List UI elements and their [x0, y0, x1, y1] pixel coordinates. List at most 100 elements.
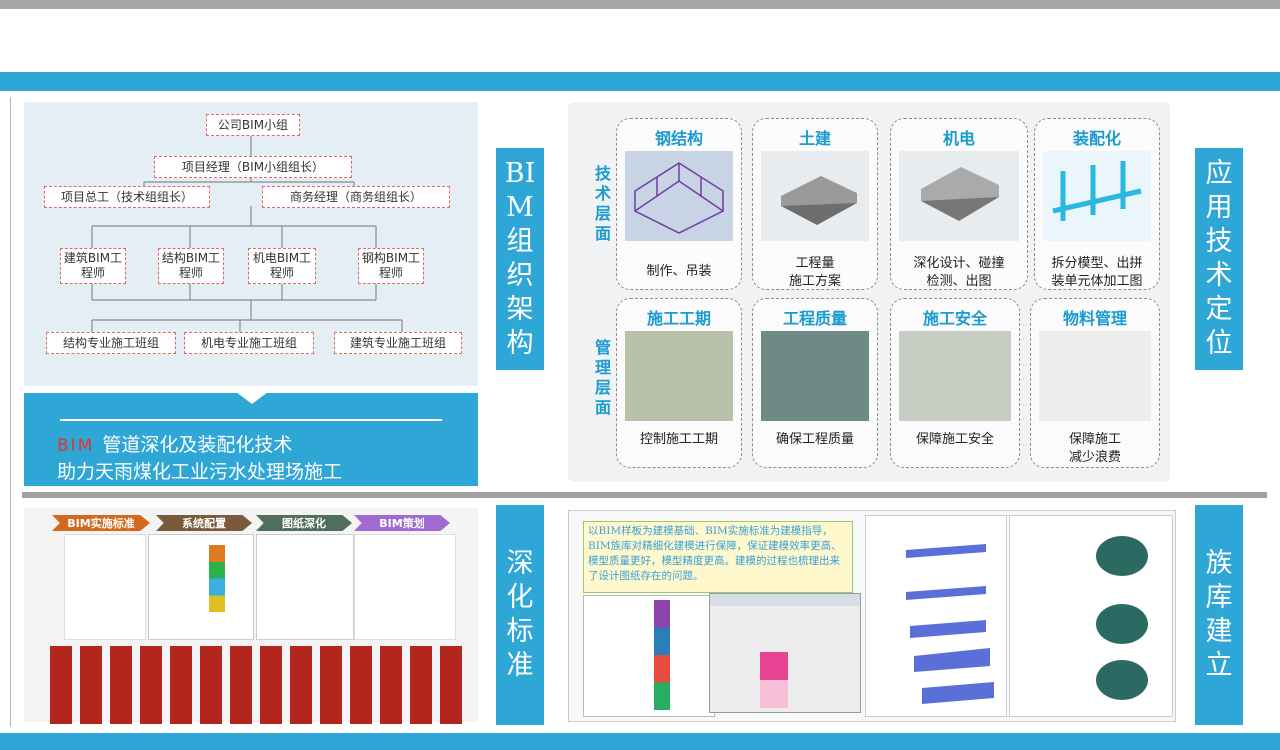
label-tech-text: 应用技术定位	[1205, 158, 1233, 359]
tile-title: 工程质量	[782, 309, 847, 328]
deepen-standards-panel: BIM实施标准 系统配置 图纸深化 BIM策划	[24, 508, 478, 724]
tile-civil: 土建 工程量 施工方案	[752, 118, 878, 290]
library-dialog-swatch	[760, 652, 788, 708]
doc-step	[140, 646, 162, 724]
beam-family-shapes	[906, 544, 994, 704]
tile-title: 装配化	[1072, 129, 1121, 148]
side-label-mgmt: 管理层面	[594, 338, 611, 417]
tile-caption: 工程量 施工方案	[788, 256, 841, 289]
doc-header-0: BIM实施标准	[52, 515, 150, 531]
left-rule	[10, 97, 11, 727]
tile-caption: 保障施工安全	[915, 432, 994, 447]
doc-step	[50, 646, 72, 724]
tile-caption: 确保工程质量	[775, 432, 854, 447]
tile-image	[899, 331, 1011, 421]
org-box-engineer: 钢构BIM工程师	[358, 248, 424, 284]
caption-line-1-text: 管道深化及装配化技术	[102, 434, 293, 456]
org-box-company: 公司BIM小组	[206, 114, 300, 136]
tile-title: 施工工期	[646, 309, 711, 328]
bottom-blue-band	[0, 733, 1280, 750]
doc-step	[380, 646, 402, 724]
tile-title: 机电	[942, 129, 975, 148]
tile-image	[761, 331, 869, 421]
library-sheet	[583, 595, 715, 717]
tile-caption: 控制施工工期	[639, 432, 718, 447]
tile-title: 物料管理	[1062, 309, 1127, 328]
doc-step	[230, 646, 252, 724]
doc-step	[260, 646, 282, 724]
tile-safety: 施工安全 保障施工安全	[890, 298, 1020, 468]
tile-title: 土建	[798, 129, 831, 148]
library-dialog	[709, 593, 861, 713]
org-chart-panel: 公司BIM小组 项目经理（BIM小组组长） 项目总工（技术组组长） 商务经理（商…	[24, 102, 478, 386]
tile-image	[1039, 331, 1151, 421]
pump-family-shapes	[1096, 536, 1148, 700]
library-dialog-titlebar	[710, 594, 860, 606]
doc-step	[200, 646, 222, 724]
caption-banner: BIM 管道深化及装配化技术 助力天雨煤化工业污水处理场施工	[24, 392, 478, 486]
tile-title: 钢结构	[654, 129, 703, 148]
org-box-engineer: 机电BIM工程师	[248, 248, 316, 284]
tile-image	[761, 151, 869, 241]
label-tech: 应用技术定位	[1195, 148, 1243, 370]
doc-grid	[256, 534, 354, 640]
tech-positioning-panel: 技术层面 管理层面 钢结构 制作、吊装 土建 工程量 施工方案 机电 深化设计、碰…	[568, 102, 1170, 482]
family-library-panel: 以BIM样板为建模基础、BIM实施标准为建模指导，BIM族库对精细化建模进行保障…	[568, 510, 1176, 722]
doc-step	[80, 646, 102, 724]
doc-step	[350, 646, 372, 724]
doc-step	[410, 646, 432, 724]
org-box-engineer: 建筑BIM工程师	[60, 248, 126, 284]
top-blue-band	[0, 72, 1280, 91]
label-library: 族库建立	[1195, 505, 1243, 725]
tile-caption: 深化设计、碰撞 检测、出图	[913, 256, 1005, 289]
tile-schedule: 施工工期 控制施工工期	[616, 298, 742, 468]
org-box-chief-engineer: 项目总工（技术组组长）	[44, 186, 210, 208]
org-box-team: 结构专业施工班组	[46, 332, 176, 354]
tile-steel: 钢结构 制作、吊装	[616, 118, 742, 290]
doc-step	[290, 646, 312, 724]
doc-step	[320, 646, 342, 724]
beam-family-sheet	[865, 515, 1007, 717]
org-box-team: 建筑专业施工班组	[334, 332, 462, 354]
tile-materials: 物料管理 保障施工 减少浪费	[1030, 298, 1160, 468]
doc-step	[110, 646, 132, 724]
pump-family-sheet	[1009, 515, 1173, 717]
caption-notch	[236, 392, 268, 404]
library-sheet-color-column	[654, 600, 670, 710]
tile-image	[1043, 151, 1151, 241]
doc-table-color-column	[209, 545, 225, 629]
doc-page	[64, 534, 146, 640]
doc-table	[148, 534, 254, 640]
label-library-text: 族库建立	[1205, 548, 1233, 681]
doc-header-3: BIM策划	[354, 515, 450, 531]
tile-quality: 工程质量 确保工程质量	[752, 298, 878, 468]
org-box-engineer: 结构BIM工程师	[158, 248, 224, 284]
label-deepen-text: 深化标准	[506, 548, 534, 681]
tile-mep: 机电 深化设计、碰撞 检测、出图	[890, 118, 1028, 290]
doc-plan	[354, 534, 456, 640]
tile-title: 施工安全	[922, 309, 987, 328]
top-gray-band	[0, 0, 1280, 9]
tile-image	[625, 151, 733, 241]
label-org: BIM组织架构	[496, 148, 544, 370]
org-box-business-manager: 商务经理（商务组组长）	[262, 186, 450, 208]
caption-line-2: 助力天雨煤化工业污水处理场施工	[57, 461, 343, 483]
caption-bim: BIM	[57, 436, 95, 456]
doc-header-2: 图纸深化	[256, 515, 352, 531]
org-box-team: 机电专业施工班组	[184, 332, 314, 354]
caption-rule	[60, 419, 442, 421]
tile-caption: 保障施工 减少浪费	[1068, 432, 1121, 465]
org-box-pm: 项目经理（BIM小组组长）	[154, 156, 352, 178]
caption-line-1: BIM 管道深化及装配化技术	[57, 430, 292, 457]
doc-header-1: 系统配置	[156, 515, 252, 531]
library-note: 以BIM样板为建模基础、BIM实施标准为建模指导，BIM族库对精细化建模进行保障…	[583, 521, 853, 593]
label-org-text: BIM组织架构	[504, 158, 536, 359]
tile-image	[625, 331, 733, 421]
tile-caption: 拆分模型、出拼 装单元体加工图	[1051, 256, 1143, 289]
label-deepen: 深化标准	[496, 505, 544, 725]
tile-image	[899, 151, 1019, 241]
tile-prefab: 装配化 拆分模型、出拼 装单元体加工图	[1034, 118, 1160, 290]
doc-step	[440, 646, 462, 724]
side-label-tech: 技术层面	[594, 164, 611, 243]
section-divider	[22, 492, 1267, 498]
